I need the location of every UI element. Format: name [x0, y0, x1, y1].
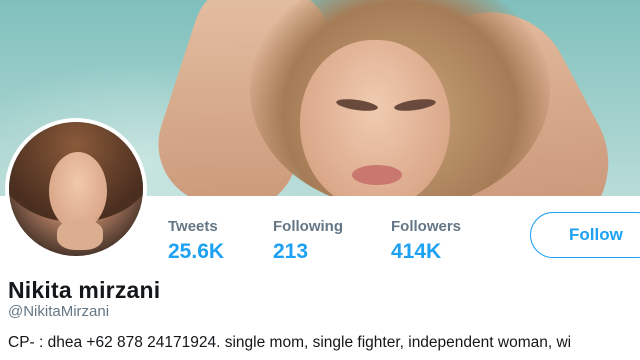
stat-tweets-label: Tweets	[168, 218, 218, 235]
banner-lips	[352, 165, 402, 185]
follow-button[interactable]: Follow	[530, 212, 640, 258]
stat-following-label: Following	[273, 218, 343, 235]
stat-followers-value: 414K	[391, 240, 442, 263]
profile-handle[interactable]: @NikitaMirzani	[8, 303, 109, 320]
profile-name: Nikita mirzani	[8, 277, 161, 303]
profile-avatar[interactable]	[5, 118, 147, 260]
stat-followers[interactable]: Followers 414K	[391, 218, 461, 265]
stat-tweets-value: 25.6K	[168, 240, 225, 263]
stat-following[interactable]: Following 213	[273, 218, 343, 265]
stat-following-value: 213	[273, 240, 309, 263]
avatar-hand	[57, 220, 103, 250]
avatar-photo	[9, 122, 143, 256]
stat-followers-label: Followers	[391, 218, 462, 235]
profile-bio: CP- : dhea +62 878 24171924. single mom,…	[8, 334, 572, 351]
avatar-face	[49, 152, 107, 230]
stat-tweets[interactable]: Tweets 25.6K	[168, 218, 224, 265]
